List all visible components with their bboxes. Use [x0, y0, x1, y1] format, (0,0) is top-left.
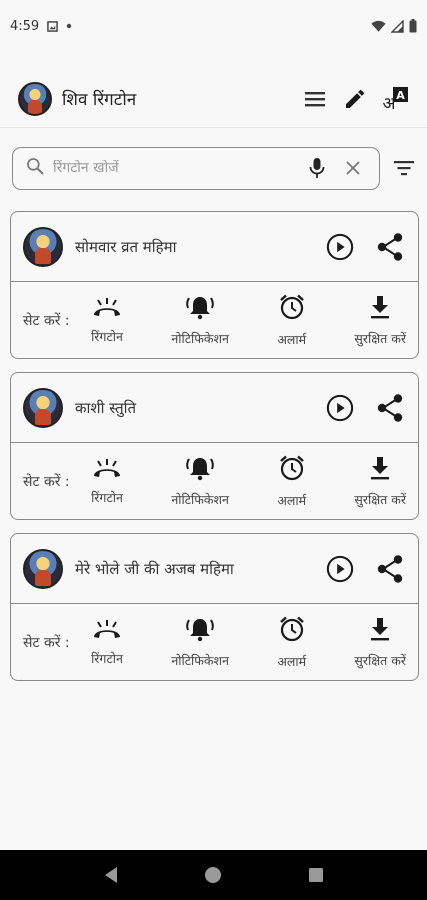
- set-alarm-button[interactable]: अलार्म: [277, 293, 306, 348]
- bell-icon: [185, 455, 215, 485]
- track-avatar: [23, 387, 63, 428]
- edit-icon[interactable]: [341, 85, 369, 113]
- translate-icon[interactable]: A अ: [381, 85, 409, 113]
- status-bar: 4:59: [0, 0, 427, 52]
- signal-icon: [391, 19, 404, 33]
- save-label: सुरक्षित करें: [354, 330, 406, 346]
- track-title: काशी स्तुति: [75, 398, 137, 417]
- save-label: सुरक्षित करें: [354, 491, 406, 507]
- save-button[interactable]: सुरक्षित करें: [354, 616, 406, 669]
- ringtone-phone-icon: [91, 457, 123, 483]
- bell-icon: [185, 616, 215, 646]
- app-bar: शिव रिंगटोन A अ: [0, 70, 427, 128]
- play-icon[interactable]: [326, 555, 354, 583]
- play-icon[interactable]: [326, 233, 354, 261]
- track-avatar: [23, 226, 63, 267]
- search-box[interactable]: [12, 146, 380, 190]
- search-row: [12, 146, 418, 190]
- track-card: मेरे भोले जी की अजब महिमा सेट करें : रिं…: [10, 533, 419, 681]
- svg-text:अ: अ: [383, 94, 397, 112]
- set-notification-label: नोटिफिकेशन: [171, 652, 229, 668]
- bell-icon: [185, 294, 215, 324]
- search-input[interactable]: [53, 160, 295, 176]
- recents-icon[interactable]: [301, 860, 331, 890]
- filter-icon[interactable]: [390, 154, 418, 182]
- save-button[interactable]: सुरक्षित करें: [354, 455, 406, 508]
- app-logo-avatar: [18, 81, 52, 116]
- set-ringtone-label: रिंगटोन: [91, 489, 123, 505]
- share-icon[interactable]: [376, 393, 404, 422]
- set-alarm-label: अलार्म: [277, 492, 307, 508]
- set-notification-button[interactable]: नोटिफिकेशन: [171, 455, 229, 508]
- set-label: सेट करें :: [23, 312, 70, 329]
- dot-icon: [66, 23, 72, 29]
- set-alarm-label: अलार्म: [277, 331, 307, 347]
- track-avatar: [23, 548, 63, 589]
- home-icon[interactable]: [198, 860, 228, 890]
- set-ringtone-button[interactable]: रिंगटोन: [91, 296, 123, 345]
- set-notification-label: नोटिफिकेशन: [171, 491, 229, 507]
- download-icon: [368, 294, 392, 324]
- microphone-icon[interactable]: [303, 154, 331, 182]
- alarm-clock-icon: [278, 454, 306, 486]
- set-notification-button[interactable]: नोटिफिकेशन: [171, 616, 229, 669]
- set-ringtone-button[interactable]: रिंगटोन: [91, 457, 123, 506]
- download-icon: [368, 455, 392, 485]
- alarm-clock-icon: [278, 293, 306, 325]
- set-ringtone-button[interactable]: रिंगटोन: [91, 618, 123, 667]
- ringtone-phone-icon: [91, 296, 123, 322]
- app-title: शिव रिंगटोन: [62, 90, 137, 110]
- set-alarm-button[interactable]: अलार्म: [277, 615, 306, 670]
- wifi-icon: [371, 20, 386, 33]
- track-card: सोमवार व्रत महिमा सेट करें : रिंगटोन नोट…: [10, 211, 419, 359]
- save-button[interactable]: सुरक्षित करें: [354, 294, 406, 347]
- image-notification-icon: [47, 20, 59, 32]
- status-time: 4:59: [10, 18, 40, 34]
- set-ringtone-label: रिंगटोन: [91, 650, 123, 666]
- clear-icon[interactable]: [339, 154, 367, 182]
- battery-icon: [409, 19, 417, 33]
- system-nav-bar: [0, 850, 427, 900]
- track-title: मेरे भोले जी की अजब महिमा: [75, 559, 234, 578]
- share-icon[interactable]: [376, 232, 404, 261]
- svg-text:A: A: [396, 89, 405, 102]
- set-label: सेट करें :: [23, 634, 70, 651]
- set-notification-button[interactable]: नोटिफिकेशन: [171, 294, 229, 347]
- track-title: सोमवार व्रत महिमा: [75, 237, 177, 256]
- set-notification-label: नोटिफिकेशन: [171, 330, 229, 346]
- set-label: सेट करें :: [23, 473, 70, 490]
- set-alarm-button[interactable]: अलार्म: [277, 454, 306, 509]
- back-icon[interactable]: [96, 860, 126, 890]
- share-icon[interactable]: [376, 554, 404, 583]
- set-alarm-label: अलार्म: [277, 653, 307, 669]
- track-card: काशी स्तुति सेट करें : रिंगटोन नोटिफिकेश…: [10, 372, 419, 520]
- download-icon: [368, 616, 392, 646]
- alarm-clock-icon: [278, 615, 306, 647]
- save-label: सुरक्षित करें: [354, 652, 406, 668]
- play-icon[interactable]: [326, 394, 354, 422]
- set-ringtone-label: रिंगटोन: [91, 328, 123, 344]
- ringtone-phone-icon: [91, 618, 123, 644]
- search-icon: [25, 156, 45, 180]
- menu-icon[interactable]: [301, 85, 329, 113]
